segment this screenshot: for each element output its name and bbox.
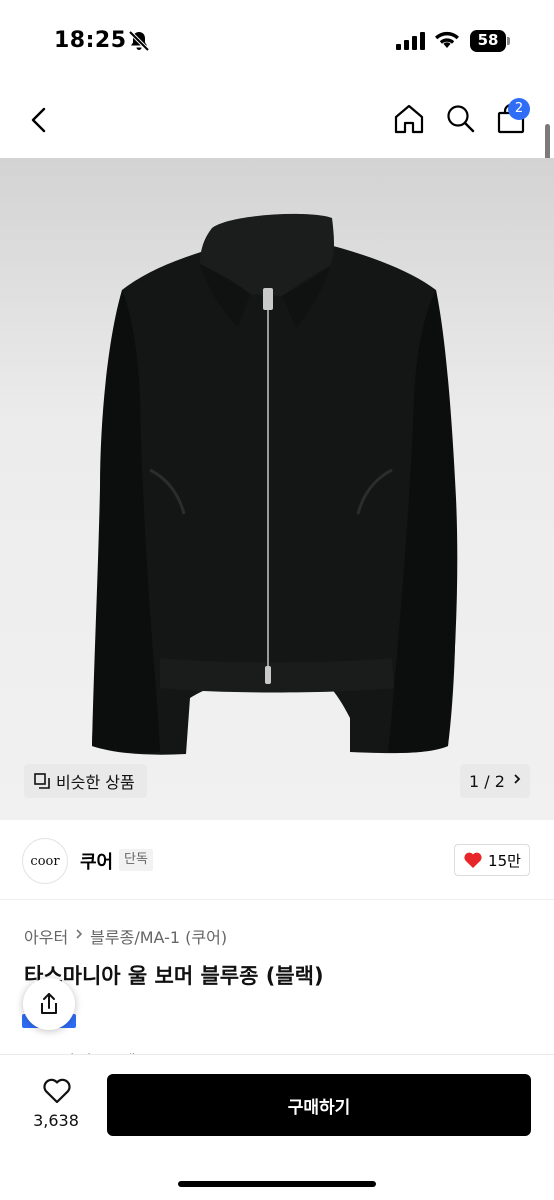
heart-outline-icon bbox=[42, 1077, 72, 1109]
similar-products-label: 비슷한 상품 bbox=[56, 773, 135, 792]
brand-logo[interactable]: coor bbox=[22, 838, 68, 884]
buy-button[interactable]: 구매하기 bbox=[107, 1074, 531, 1136]
heart-filled-icon bbox=[464, 852, 482, 868]
brand-like-button[interactable]: 15만 bbox=[454, 844, 530, 876]
jacket-photo bbox=[92, 213, 458, 755]
wishlist-count: 3,638 bbox=[33, 1111, 79, 1130]
signal-icon bbox=[396, 32, 426, 54]
exclusive-badge: 단독 bbox=[119, 849, 153, 871]
product-title: 타스마니아 울 보머 블루종 (블랙) bbox=[24, 964, 324, 988]
cart-count-badge: 2 bbox=[508, 98, 530, 120]
top-nav: 2 bbox=[0, 84, 554, 158]
chevron-right-icon bbox=[75, 928, 83, 944]
search-icon[interactable] bbox=[444, 102, 478, 140]
similar-items-icon bbox=[34, 773, 50, 789]
image-pager-text: 1 / 2 bbox=[469, 771, 505, 791]
wifi-icon bbox=[434, 30, 460, 54]
status-time: 18:25 bbox=[54, 28, 127, 53]
home-indicator bbox=[178, 1181, 376, 1187]
chevron-right-icon bbox=[513, 773, 521, 789]
breadcrumb-category[interactable]: 아우터 bbox=[24, 924, 68, 948]
breadcrumb: 아우터 블루종/MA-1 (쿠어) bbox=[24, 924, 227, 948]
battery-indicator: 58 bbox=[470, 30, 510, 52]
bell-muted-icon bbox=[128, 30, 150, 56]
back-icon[interactable] bbox=[26, 104, 54, 140]
breadcrumb-subcategory[interactable]: 블루종/MA-1 (쿠어) bbox=[90, 924, 227, 948]
wishlist-button[interactable]: 3,638 bbox=[22, 1075, 90, 1135]
image-pager[interactable]: 1 / 2 bbox=[460, 764, 530, 798]
brand-logo-text: coor bbox=[30, 853, 60, 869]
similar-products-button[interactable]: 비슷한 상품 bbox=[24, 764, 147, 798]
product-image[interactable]: 비슷한 상품 1 / 2 bbox=[0, 158, 554, 820]
share-button[interactable] bbox=[23, 978, 75, 1030]
bottom-action-bar: 3,638 구매하기 bbox=[0, 1054, 554, 1200]
brand-like-count: 15만 bbox=[488, 851, 521, 870]
share-icon bbox=[41, 993, 57, 1014]
brand-name[interactable]: 쿠어 bbox=[80, 848, 113, 874]
home-icon[interactable] bbox=[392, 102, 426, 140]
status-bar: 18:25 58 bbox=[0, 0, 554, 84]
brand-row: coor 쿠어 단독 15만 bbox=[0, 820, 554, 900]
battery-level: 58 bbox=[477, 31, 499, 49]
